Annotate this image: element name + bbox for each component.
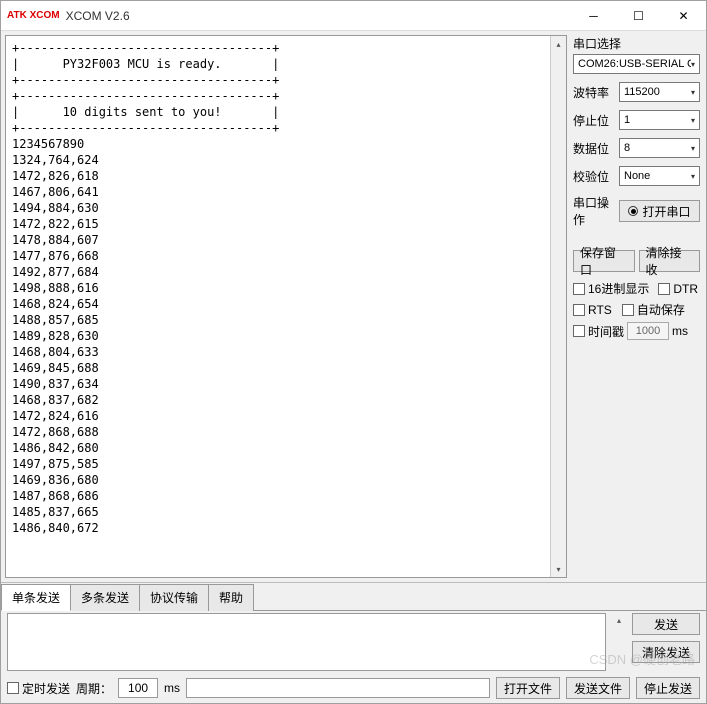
serial-output[interactable]: +-----------------------------------+ | …	[6, 36, 550, 577]
parity-row: 校验位 None ▾	[573, 166, 700, 186]
period-unit: ms	[164, 681, 180, 695]
chevron-down-icon: ▾	[691, 116, 695, 125]
send-buttons: 发送 清除发送	[632, 613, 700, 671]
window-controls: ─ ☐ ✕	[571, 1, 706, 30]
save-clear-row: 保存窗口 清除接收	[573, 250, 700, 272]
baud-value: 115200	[624, 86, 691, 98]
maximize-button[interactable]: ☐	[616, 1, 661, 30]
scroll-up-icon[interactable]: ▴	[551, 36, 566, 52]
tab-multi-send[interactable]: 多条发送	[70, 584, 140, 611]
bottom-bar: 定时发送 周期： ms 打开文件 发送文件 停止发送	[1, 673, 706, 703]
atk-logo: ATK XCOM	[7, 12, 60, 20]
output-scrollbar[interactable]: ▴ ▾	[550, 36, 566, 577]
checkbox-icon	[573, 304, 585, 316]
databit-select[interactable]: 8 ▾	[619, 138, 700, 158]
titlebar: ATK XCOM XCOM V2.6 ─ ☐ ✕	[1, 1, 706, 31]
baud-label: 波特率	[573, 84, 613, 101]
tab-single-send[interactable]: 单条发送	[1, 584, 71, 611]
autosave-label: 自动保存	[637, 301, 685, 318]
chevron-down-icon: ▾	[691, 144, 695, 153]
rts-label: RTS	[588, 303, 612, 317]
hex-display-checkbox[interactable]: 16进制显示	[573, 280, 656, 297]
open-serial-label: 打开串口	[642, 203, 690, 220]
send-tabs: 单条发送 多条发送 协议传输 帮助	[1, 583, 706, 611]
hex-display-label: 16进制显示	[588, 280, 649, 297]
radio-icon	[628, 206, 638, 216]
checkbox-icon	[573, 283, 585, 295]
window-title: XCOM V2.6	[66, 9, 571, 23]
checkbox-icon	[658, 283, 670, 295]
timestamp-label: 时间戳	[588, 323, 624, 340]
checkbox-icon	[7, 682, 19, 694]
parity-select[interactable]: None ▾	[619, 166, 700, 186]
serial-section: 串口选择 COM26:USB-SERIAL CH34 ▾	[573, 35, 700, 74]
file-path-input[interactable]	[186, 678, 490, 698]
rts-checkbox[interactable]: RTS	[573, 301, 620, 318]
period-label: 周期：	[76, 680, 112, 697]
operation-label: 串口操作	[573, 194, 613, 228]
main-area: +-----------------------------------+ | …	[1, 31, 706, 582]
chevron-down-icon: ▾	[691, 172, 695, 181]
chevron-down-icon: ▾	[691, 60, 695, 69]
timestamp-checkbox[interactable]	[573, 325, 585, 337]
send-file-button[interactable]: 发送文件	[566, 677, 630, 699]
app-window: ATK XCOM XCOM V2.6 ─ ☐ ✕ +--------------…	[0, 0, 707, 704]
minimize-button[interactable]: ─	[571, 1, 616, 30]
close-button[interactable]: ✕	[661, 1, 706, 30]
period-input[interactable]	[118, 678, 158, 698]
dtr-label: DTR	[673, 282, 698, 296]
databit-value: 8	[624, 142, 691, 154]
serial-section-label: 串口选择	[573, 35, 700, 52]
baud-select[interactable]: 115200 ▾	[619, 82, 700, 102]
scroll-down-icon[interactable]: ▾	[551, 561, 566, 577]
tab-help[interactable]: 帮助	[208, 584, 254, 611]
databit-row: 数据位 8 ▾	[573, 138, 700, 158]
right-panel: 串口选择 COM26:USB-SERIAL CH34 ▾ 波特率 115200 …	[571, 31, 706, 582]
output-container: +-----------------------------------+ | …	[5, 35, 567, 578]
chevron-down-icon: ▾	[691, 88, 695, 97]
clear-receive-button[interactable]: 清除接收	[639, 250, 701, 272]
bottom-area: 单条发送 多条发送 协议传输 帮助 ▴ 发送 清除发送 定时发送 周期： ms …	[1, 582, 706, 703]
save-window-button[interactable]: 保存窗口	[573, 250, 635, 272]
open-file-button[interactable]: 打开文件	[496, 677, 560, 699]
databit-label: 数据位	[573, 140, 613, 157]
parity-label: 校验位	[573, 168, 613, 185]
parity-value: None	[624, 170, 691, 182]
timed-send-checkbox[interactable]: 定时发送	[7, 680, 70, 697]
timestamp-input[interactable]	[627, 322, 669, 340]
tab-protocol[interactable]: 协议传输	[139, 584, 209, 611]
stop-send-button[interactable]: 停止发送	[636, 677, 700, 699]
timestamp-row: 时间戳 ms	[573, 322, 700, 340]
timed-send-label: 定时发送	[22, 680, 70, 697]
dtr-checkbox[interactable]: DTR	[658, 280, 700, 297]
serial-port-select[interactable]: COM26:USB-SERIAL CH34 ▾	[573, 54, 700, 74]
timestamp-unit: ms	[672, 324, 688, 338]
stopbit-value: 1	[624, 114, 691, 126]
left-panel: +-----------------------------------+ | …	[1, 31, 571, 582]
operation-row: 串口操作 打开串口	[573, 194, 700, 228]
options-group: 16进制显示 DTR RTS 自动保存	[573, 280, 700, 340]
stopbit-select[interactable]: 1 ▾	[619, 110, 700, 130]
spinner-up-icon[interactable]: ▴	[612, 613, 626, 627]
send-button[interactable]: 发送	[632, 613, 700, 635]
checkbox-icon	[622, 304, 634, 316]
baud-row: 波特率 115200 ▾	[573, 82, 700, 102]
autosave-checkbox[interactable]: 自动保存	[622, 301, 700, 318]
send-textarea[interactable]	[7, 613, 606, 671]
stopbit-row: 停止位 1 ▾	[573, 110, 700, 130]
clear-send-button[interactable]: 清除发送	[632, 641, 700, 663]
serial-port-value: COM26:USB-SERIAL CH34	[578, 58, 691, 70]
stopbit-label: 停止位	[573, 112, 613, 129]
open-serial-button[interactable]: 打开串口	[619, 200, 700, 222]
send-row: ▴ 发送 清除发送	[1, 611, 706, 673]
